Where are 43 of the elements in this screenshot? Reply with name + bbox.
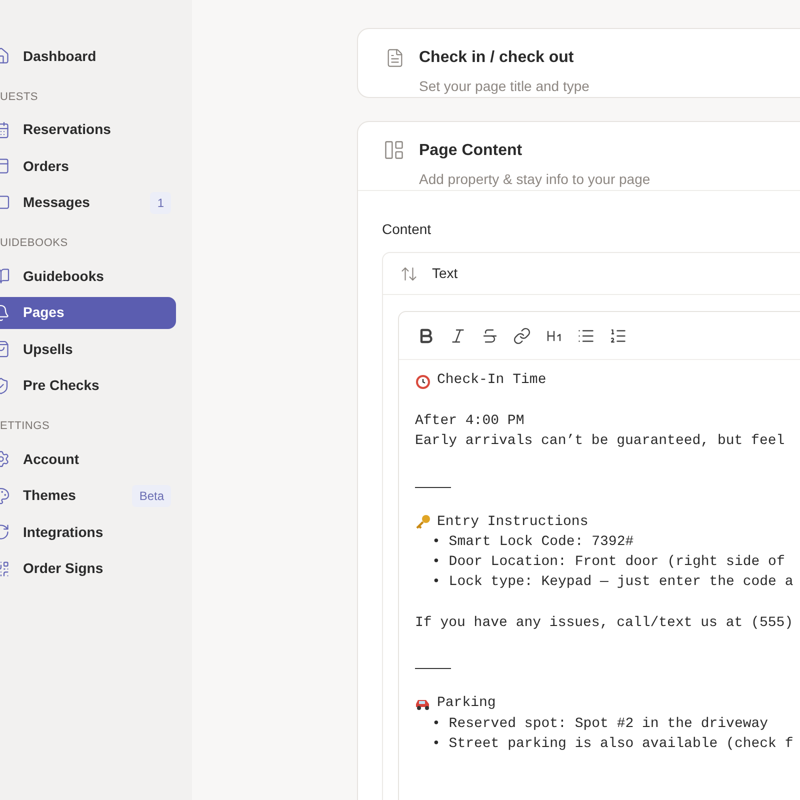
editor-heading: Parking [437,694,496,714]
badge: Beta [132,484,171,507]
bullet-item: • Lock type: Keypad — just enter the code a [432,574,794,590]
sidebar-item[interactable]: Orders [0,150,176,182]
link-button[interactable] [513,326,531,345]
key-icon [415,514,431,530]
block-type: Text [432,264,458,284]
sidebar-item[interactable]: Order Signs [0,552,176,585]
sidebar-item[interactable]: Account [0,443,176,476]
numbered-list-button[interactable] [609,326,627,345]
strikethrough-button[interactable] [481,326,499,345]
card-title: Page Content [419,141,524,161]
sidebar-item[interactable]: Pages [0,296,176,329]
sidebar-item[interactable]: Messages 1 [0,186,176,219]
badge: 1 [150,192,171,214]
alarm-clock-icon [415,372,431,389]
editor-text: Early arrivals can’t be guaranteed, but feel [415,432,785,449]
document-icon [385,48,405,68]
editor-heading: Check-In Time [437,371,546,390]
layout-icon [383,139,405,161]
sidebar-item[interactable]: Upsells [0,333,176,366]
sidebar-item[interactable]: Guidebooks [0,260,176,292]
section-label: ETTINGS [0,419,51,433]
sidebar-item[interactable]: Themes Beta [0,480,176,512]
bullet-item: • Street parking is also available (check f [432,736,794,752]
bullet-item: • Smart Lock Code: 7392# [432,534,634,550]
section-label: UESTS [0,90,40,104]
card-subtitle: Add property & stay info to your page [419,170,650,189]
sidebar-item[interactable]: Dashboard [0,40,176,72]
sidebar-item[interactable]: Reservations [0,114,176,146]
sidebar-item[interactable]: Integrations [0,516,176,548]
card-title: Check in / check out [419,48,575,68]
reorder-icon[interactable] [400,264,418,283]
section-label: UIDEBOOKS [0,236,69,250]
card-subtitle: Set your page title and type [419,77,590,96]
editor-text: After 4:00 PM [415,412,524,429]
italic-button[interactable] [449,326,467,345]
editor-heading: Entry Instructions [437,512,588,532]
sidebar-item[interactable]: Pre Checks [0,370,176,402]
field-label: Content [382,220,432,239]
editor-text: If you have any issues, call/text us at (555) [415,614,794,631]
bullet-item: • Door Location: Front door (right side of [432,554,785,570]
bullet-item: • Reserved spot: Spot #2 in the driveway [432,716,768,732]
